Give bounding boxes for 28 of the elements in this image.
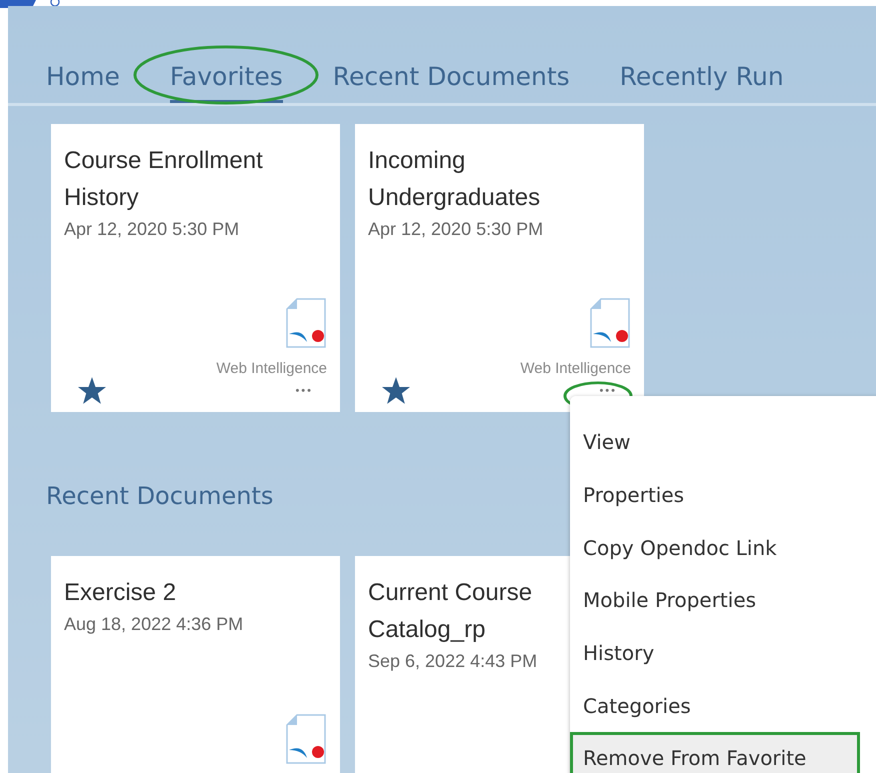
- card-date: Sep 6, 2022 4:43 PM: [368, 651, 538, 672]
- menu-item[interactable]: Properties: [570, 468, 876, 522]
- menu-item[interactable]: Copy Opendoc Link: [570, 521, 876, 574]
- card-title: Incoming Undergraduates: [368, 146, 542, 213]
- menu-item[interactable]: View: [570, 416, 876, 469]
- menu-item[interactable]: Remove From Favorite: [570, 732, 860, 773]
- more-button[interactable]: •••: [293, 380, 315, 402]
- report-document-icon: [589, 298, 631, 348]
- menu-item[interactable]: History: [570, 626, 876, 680]
- document-type-label: Web Intelligence: [519, 360, 631, 377]
- profile-icon[interactable]: [50, 0, 60, 8]
- document-card[interactable]: Exercise 2 Aug 18, 2022 4:36 PM: [51, 556, 340, 773]
- card-date: Aug 18, 2022 4:36 PM: [64, 614, 244, 635]
- document-type-label: Web Intelligence: [215, 360, 327, 377]
- report-document-icon: [285, 714, 327, 764]
- section-title: Recent Documents: [46, 482, 274, 510]
- star-icon[interactable]: [382, 377, 410, 404]
- card-title: Course Enrollment History: [64, 146, 264, 213]
- menu-item[interactable]: Categories: [570, 679, 876, 732]
- card-date: Apr 12, 2020 5:30 PM: [64, 219, 240, 240]
- card-title: Current Course Catalog_rp: [368, 578, 534, 645]
- star-icon[interactable]: [78, 377, 106, 404]
- document-card[interactable]: Incoming Undergraduates Apr 12, 2020 5:30 PM Web Intelligence •••: [355, 124, 644, 412]
- menu-item[interactable]: Mobile Properties: [570, 574, 876, 627]
- document-card[interactable]: Course Enrollment History Apr 12, 2020 5:30 PM Web Intelligence •••: [51, 124, 340, 412]
- card-date: Apr 12, 2020 5:30 PM: [368, 219, 544, 240]
- report-document-icon: [285, 298, 327, 348]
- card-title: Exercise 2: [64, 578, 176, 608]
